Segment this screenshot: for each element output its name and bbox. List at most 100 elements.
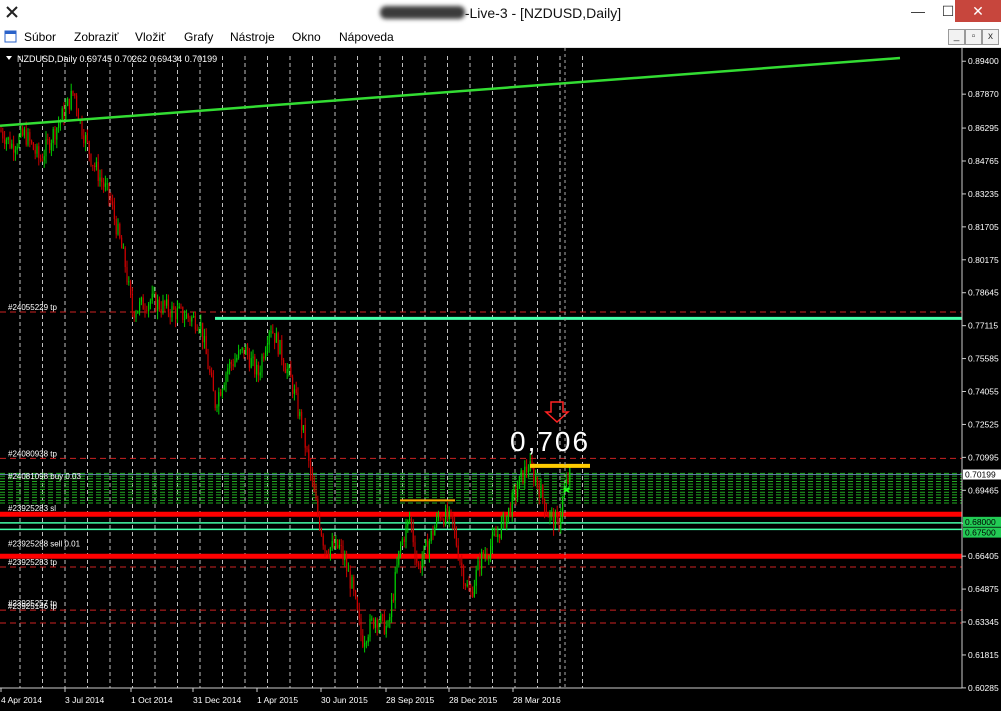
candle-body — [410, 518, 412, 526]
candle-body — [259, 372, 261, 376]
candle-body — [556, 513, 558, 519]
order-label: #23925146 tp — [8, 602, 57, 611]
candle-body — [464, 584, 466, 586]
candle-body — [383, 614, 385, 634]
candle-body — [520, 470, 522, 476]
candle-body — [104, 183, 106, 187]
candle-body — [455, 530, 457, 546]
candle-body — [74, 93, 76, 96]
menu-charts[interactable]: Grafy — [184, 30, 213, 44]
candle-body — [472, 591, 474, 597]
candle-body — [491, 534, 493, 546]
candle-body — [302, 425, 304, 431]
candle-body — [486, 554, 488, 558]
candle-body — [283, 360, 285, 368]
candle-body — [515, 489, 517, 498]
candle-body — [2, 131, 4, 139]
candle-body — [508, 507, 510, 516]
menu-insert[interactable]: Vložiť — [135, 30, 166, 44]
candle-body — [149, 300, 151, 304]
candle-body — [430, 530, 432, 542]
candle-body — [272, 331, 274, 334]
time-tick-label: 3 Jul 2014 — [65, 695, 104, 705]
candle-body — [432, 530, 434, 536]
price-chart[interactable]: #24055229 tp #24080938 tp #24081098 buy 0.… — [0, 48, 1001, 711]
candle-body — [351, 577, 353, 589]
candle-body — [414, 542, 416, 558]
candle-body — [360, 618, 362, 636]
candle-body — [250, 358, 252, 368]
candle-body — [185, 314, 187, 319]
candle-body — [356, 597, 358, 610]
candle-body — [565, 479, 567, 488]
minimize-button[interactable]: — — [903, 0, 933, 22]
candle-body — [362, 635, 364, 647]
candle-body — [184, 318, 186, 321]
candle-body — [25, 129, 27, 145]
candle-body — [371, 618, 373, 620]
mdi-minimize-button[interactable]: _ — [948, 29, 965, 45]
menu-help[interactable]: Nápoveda — [339, 30, 394, 44]
time-tick-label: 4 Apr 2014 — [1, 695, 42, 705]
close-button[interactable]: ✕ — [955, 0, 1001, 22]
price-tag-label: 0.70199 — [965, 470, 996, 480]
candle-body — [157, 299, 159, 311]
menu-file[interactable]: Súbor — [24, 30, 56, 44]
candle-body — [481, 552, 483, 570]
candle-body — [56, 127, 58, 140]
candle-body — [99, 177, 101, 181]
candle-body — [72, 90, 74, 94]
order-label: #23925288 sell 0.01 — [8, 540, 81, 549]
candle-body — [473, 585, 475, 597]
candle-body — [279, 339, 281, 355]
candle-body — [549, 512, 551, 518]
candle-body — [245, 346, 247, 355]
candle-body — [409, 518, 411, 521]
menu-tools[interactable]: Nástroje — [230, 30, 275, 44]
candle-body — [92, 165, 94, 167]
candle-body — [517, 488, 519, 498]
time-tick-label: 28 Mar 2016 — [513, 695, 561, 705]
price-tag-label: 0.67500 — [965, 528, 996, 538]
price-tick-label: 0.87870 — [968, 89, 999, 99]
chart-window-icon — [4, 30, 17, 43]
candle-body — [81, 119, 83, 136]
candle-body — [110, 197, 112, 202]
candle-body — [29, 132, 31, 141]
candle-body — [126, 267, 128, 283]
menu-window[interactable]: Okno — [292, 30, 321, 44]
candle-body — [367, 637, 369, 643]
candle-body — [554, 513, 556, 529]
candle-body — [416, 557, 418, 564]
symbol-dropdown-icon[interactable] — [6, 56, 12, 60]
candle-body — [569, 467, 571, 482]
chart-area[interactable]: #24055229 tp #24080938 tp #24081098 buy 0.… — [0, 48, 1001, 711]
candle-body — [347, 570, 349, 572]
mdi-close-button[interactable]: x — [982, 29, 999, 45]
candle-body — [16, 146, 18, 150]
candle-body — [454, 522, 456, 531]
candle-body — [391, 599, 393, 617]
candle-body — [475, 569, 477, 586]
candle-body — [421, 559, 423, 570]
candle-body — [340, 545, 342, 547]
candle-body — [236, 358, 238, 361]
order-label: #24055229 tp — [8, 303, 57, 312]
candle-body — [335, 539, 337, 548]
candle-body — [398, 550, 400, 565]
candle-body — [133, 312, 135, 318]
candle-body — [441, 518, 443, 520]
candle-body — [488, 557, 490, 559]
candle-body — [380, 614, 382, 623]
mdi-restore-button[interactable]: ▫ — [965, 29, 982, 45]
candle-body — [400, 544, 402, 551]
candle-body — [200, 322, 202, 330]
candle-body — [169, 312, 171, 318]
candle-body — [324, 545, 326, 551]
candle-body — [148, 303, 150, 312]
candle-body — [477, 560, 479, 570]
candle-body — [232, 364, 234, 367]
menu-view[interactable]: Zobraziť — [74, 30, 119, 44]
candle-body — [562, 498, 564, 516]
candle-body — [119, 223, 121, 238]
